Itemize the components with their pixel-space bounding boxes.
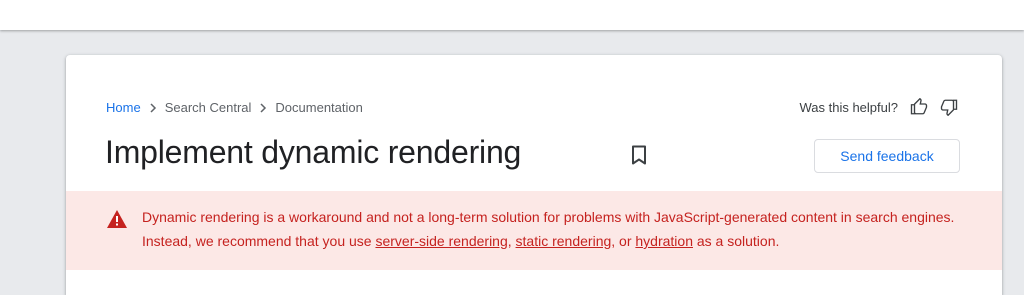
hydration-link[interactable]: hydration — [635, 233, 693, 249]
helpful-widget: Was this helpful? — [799, 97, 958, 117]
static-rendering-link[interactable]: static rendering — [516, 233, 612, 249]
server-side-rendering-link[interactable]: server-side rendering — [375, 233, 507, 249]
chevron-right-icon — [251, 100, 275, 115]
top-app-bar — [0, 0, 1024, 30]
helpful-question: Was this helpful? — [799, 99, 898, 115]
warning-separator: , — [507, 233, 516, 249]
breadcrumb-search-central-link[interactable]: Search Central — [165, 100, 252, 115]
warning-suffix: as a solution. — [692, 233, 780, 249]
thumb-down-icon[interactable] — [940, 98, 958, 116]
thumb-up-icon[interactable] — [910, 98, 928, 116]
warning-line1: Dynamic rendering is a workaround and no… — [142, 209, 955, 225]
warning-icon — [106, 209, 128, 229]
send-feedback-button[interactable]: Send feedback — [814, 139, 960, 173]
warning-text: Dynamic rendering is a workaround and no… — [142, 205, 982, 253]
warning-separator: , or — [611, 233, 636, 249]
content-card: Home Search Central Documentation Was th… — [66, 55, 1002, 295]
page-title: Implement dynamic rendering — [105, 134, 522, 170]
breadcrumb-documentation-link[interactable]: Documentation — [275, 100, 362, 115]
warning-line2-prefix: Instead, we recommend that you use — [142, 233, 376, 249]
breadcrumb: Home Search Central Documentation — [106, 99, 363, 115]
chevron-right-icon — [141, 100, 165, 115]
bookmark-icon[interactable] — [629, 145, 649, 165]
warning-callout: Dynamic rendering is a workaround and no… — [66, 191, 1002, 270]
breadcrumb-home-link[interactable]: Home — [106, 100, 141, 115]
